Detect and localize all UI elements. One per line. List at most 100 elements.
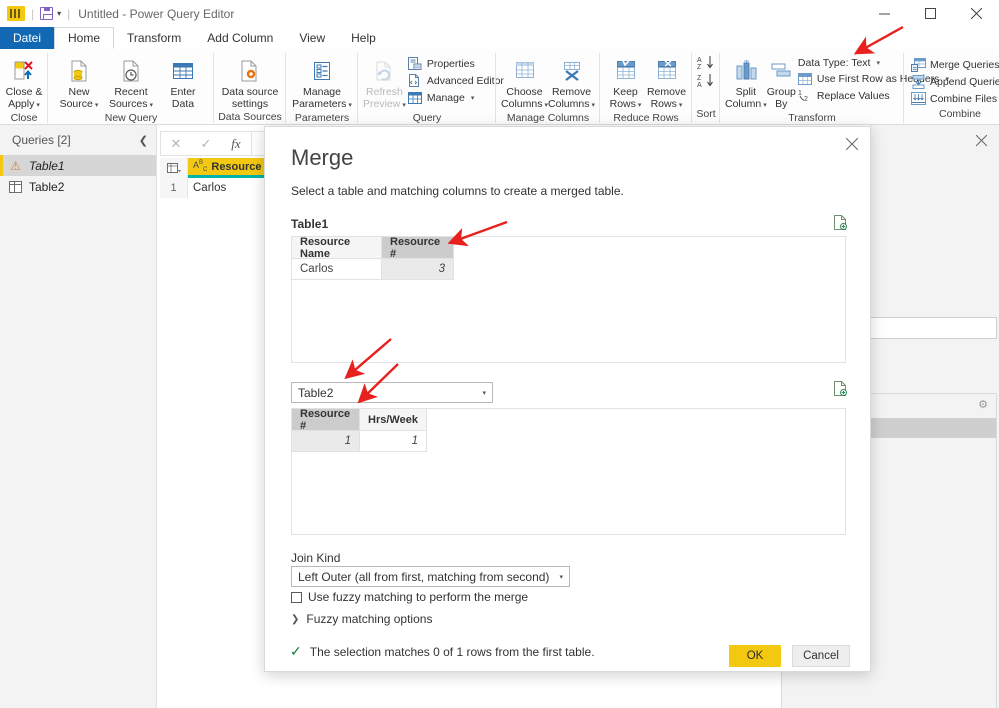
fuzzy-matching-options-label: Fuzzy matching options: [306, 612, 433, 626]
choose-columns-button[interactable]: Choose Columns ▾: [501, 53, 548, 111]
svg-text:Z: Z: [697, 64, 702, 70]
svg-text:2: 2: [804, 96, 808, 102]
fuzzy-matching-checkbox-row[interactable]: Use fuzzy matching to perform the merge: [291, 590, 528, 604]
query-list-item-table2[interactable]: Table2: [0, 176, 156, 197]
chevron-right-icon: ❯: [291, 613, 300, 625]
merge-queries-button[interactable]: Merge Queries▾: [909, 56, 999, 73]
tab-datei[interactable]: Datei: [0, 27, 55, 49]
second-table-column-hrs-week[interactable]: Hrs/Week: [360, 409, 427, 431]
remove-rows-button[interactable]: Remove Rows ▾: [646, 53, 687, 111]
split-column-label-1: Split: [735, 86, 757, 98]
checkmark-icon: ✓: [290, 643, 302, 659]
combine-small-buttons: Merge Queries▾ Append Queries▾: [909, 53, 999, 107]
combine-files-button[interactable]: Combine Files: [909, 90, 999, 107]
recent-sources-label-1: Recent: [114, 86, 148, 98]
select-all-icon[interactable]: [160, 158, 188, 178]
query-list-item-table1[interactable]: ⚠ Table1: [0, 155, 156, 176]
first-table-column-resource-name[interactable]: Resource Name: [292, 236, 382, 260]
sort-ascending-button[interactable]: A Z: [697, 55, 715, 70]
second-table-expand-new-page-icon[interactable]: [833, 381, 847, 396]
sort-ascending-icon: A Z: [697, 56, 713, 70]
remove-columns-label-1: Remove: [551, 86, 592, 98]
manage-icon: [408, 91, 423, 105]
recent-sources-button[interactable]: Recent Sources ▾: [105, 53, 157, 111]
first-table-column-resource-number[interactable]: Resource #: [382, 236, 454, 260]
remove-columns-button[interactable]: Remove Columns ▾: [548, 53, 595, 111]
tab-view[interactable]: View: [286, 27, 338, 49]
split-column-icon: [734, 56, 758, 86]
advanced-editor-icon: [408, 74, 423, 88]
sort-descending-icon: Z A: [697, 74, 713, 88]
checkmark-icon[interactable]: ✓: [191, 132, 221, 155]
keep-rows-icon: [614, 56, 638, 86]
manage-button[interactable]: Manage ▾: [406, 89, 508, 106]
join-kind-dropdown-value: Left Outer (all from first, matching fro…: [298, 569, 550, 584]
keep-rows-button[interactable]: Keep Rows ▾: [605, 53, 646, 111]
fuzzy-matching-checkbox[interactable]: [291, 591, 302, 603]
titlebar-divider-2: |: [67, 6, 71, 21]
gear-icon[interactable]: ⚙: [978, 398, 988, 411]
chevron-left-icon[interactable]: ❮: [139, 134, 148, 147]
recent-sources-label-2: Sources: [108, 97, 148, 110]
fx-icon[interactable]: fx: [221, 132, 251, 155]
manage-parameters-button[interactable]: Manage Parameters ▾: [291, 53, 353, 111]
chevron-down-icon: ▾: [482, 389, 486, 397]
split-column-button[interactable]: Split Column ▾: [725, 53, 767, 111]
grid-row-number: 1: [160, 178, 188, 198]
refresh-preview-button[interactable]: Refresh Preview ▾: [363, 53, 406, 111]
enter-data-label-2: Data: [171, 97, 195, 110]
ribbon-group-label-close: Close: [10, 112, 38, 124]
properties-button[interactable]: Properties: [406, 55, 508, 72]
properties-icon: [408, 57, 423, 71]
advanced-editor-button[interactable]: Advanced Editor: [406, 72, 508, 89]
ribbon-group-transform: Split Column ▾ Group By Data Type: Text …: [720, 49, 949, 124]
choose-columns-label-2: Columns: [501, 97, 543, 110]
formula-bar-buttons: ✕ ✓ fx: [160, 131, 252, 156]
cancel-button[interactable]: Cancel: [792, 645, 850, 667]
second-table-dropdown-value: Table2: [298, 385, 334, 400]
sort-descending-button[interactable]: Z A: [697, 73, 715, 88]
tab-help[interactable]: Help: [338, 27, 389, 49]
enter-data-button[interactable]: Enter Data: [157, 53, 209, 110]
second-table-dropdown[interactable]: Table2 ▾: [291, 382, 493, 403]
close-and-apply-button[interactable]: Close & Apply ▾: [5, 53, 43, 111]
group-by-icon: [769, 56, 793, 86]
merge-dialog-close-icon[interactable]: [845, 137, 859, 155]
merge-dialog: Merge Select a table and matching column…: [264, 126, 871, 672]
second-table-cell-resource-number: 1: [292, 431, 360, 452]
quick-access-caret-icon[interactable]: ▾: [57, 9, 61, 18]
svg-text:Z: Z: [697, 75, 702, 82]
chevron-down-icon: ▾: [559, 573, 563, 581]
choose-columns-icon: [513, 56, 537, 86]
data-source-settings-label-1: Data source: [221, 86, 279, 98]
manage-label: Manage: [426, 91, 465, 104]
remove-rows-icon: [655, 56, 679, 86]
replace-values-icon: 1 2: [798, 89, 813, 103]
maximize-button[interactable]: [907, 0, 953, 27]
new-source-label-1: New: [68, 86, 90, 98]
new-source-button[interactable]: New Source ▾: [53, 53, 105, 111]
group-by-button[interactable]: Group By: [767, 53, 796, 110]
join-kind-dropdown[interactable]: Left Outer (all from first, matching fro…: [291, 566, 570, 587]
split-column-label-2: Column: [725, 97, 762, 110]
ok-button[interactable]: OK: [729, 645, 781, 667]
tab-transform[interactable]: Transform: [114, 27, 194, 49]
append-queries-button[interactable]: Append Queries▾: [909, 73, 999, 90]
keep-rows-label-2: Rows: [609, 97, 636, 110]
close-button[interactable]: [953, 0, 999, 27]
abc-text-type-icon: ABC: [193, 160, 208, 173]
minimize-button[interactable]: [861, 0, 907, 27]
data-source-settings-button[interactable]: Data source settings: [219, 53, 281, 110]
tab-add-column[interactable]: Add Column: [194, 27, 286, 49]
refresh-preview-label-1: Refresh: [366, 86, 403, 98]
cancel-icon[interactable]: ✕: [161, 132, 191, 155]
tab-home[interactable]: Home: [54, 27, 115, 49]
first-table-expand-new-page-icon[interactable]: [833, 215, 847, 230]
properties-label: Properties: [426, 57, 475, 70]
power-query-editor-window: | ▾ | Untitled - Power Query Editor ⌃ ? …: [0, 0, 999, 708]
save-icon[interactable]: [40, 7, 54, 20]
second-table-column-resource-number[interactable]: Resource #: [292, 408, 360, 432]
first-table-preview: Resource Name Resource # Carlos 3: [291, 236, 846, 363]
query-settings-close-icon[interactable]: [975, 133, 988, 151]
fuzzy-matching-options-expander[interactable]: ❯ Fuzzy matching options: [291, 612, 432, 626]
